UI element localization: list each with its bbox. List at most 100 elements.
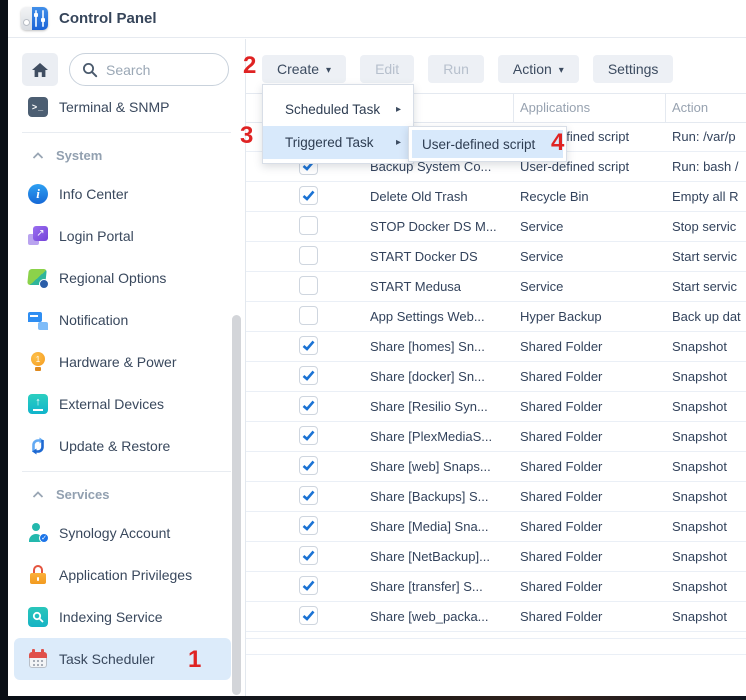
row-checkbox[interactable] [299,246,318,265]
control-panel-app-icon [21,7,48,30]
checkmark-icon [302,610,315,621]
sidebar-item-label: Indexing Service [59,609,163,625]
table-row[interactable]: Share [PlexMediaS...Shared FolderSnapsho… [246,422,746,452]
page-title: Control Panel [59,10,157,27]
column-header-action[interactable]: Action [672,94,708,122]
cell-action: Snapshot [672,482,727,511]
row-checkbox[interactable] [299,486,318,505]
sidebar-item-terminal-snmp[interactable]: >_Terminal & SNMP [14,86,231,128]
table-row[interactable]: Share [transfer] S...Shared FolderSnapsh… [246,572,746,602]
checkmark-icon [302,340,315,351]
row-checkbox[interactable] [299,216,318,235]
sidebar-section-system[interactable]: System [8,137,245,173]
settings-button[interactable]: Settings [593,55,674,83]
checkmark-icon [302,490,315,501]
sidebar-item-regional-options[interactable]: Regional Options [14,257,231,299]
sidebar-item-label: External Devices [59,396,164,412]
row-checkbox[interactable] [299,516,318,535]
table-row[interactable]: Share [web_packa...Shared FolderSnapshot [246,602,746,632]
update-restore-icon [28,436,48,456]
run-button-label: Run [443,61,469,77]
cell-application: Shared Folder [520,332,602,361]
row-checkbox[interactable] [299,576,318,595]
sidebar-section-label: Services [56,487,110,502]
chevron-up-icon [32,148,44,163]
sidebar-item-label: Hardware & Power [59,354,177,370]
row-checkbox[interactable] [299,186,318,205]
table-row[interactable]: Share [web] Snaps...Shared FolderSnapsho… [246,452,746,482]
cell-action: Snapshot [672,422,727,451]
row-checkbox[interactable] [299,336,318,355]
action-button[interactable]: Action ▾ [498,55,579,83]
table-row[interactable]: Share [Resilio Syn...Shared FolderSnapsh… [246,392,746,422]
checkmark-icon [302,370,315,381]
sidebar-item-application-privileges[interactable]: Application Privileges [14,554,231,596]
row-checkbox[interactable] [299,606,318,625]
cell-application: Service [520,272,563,301]
cell-application: Recycle Bin [520,182,589,211]
sidebar-item-label: Info Center [59,186,128,202]
table-row[interactable]: Share [NetBackup]...Shared FolderSnapsho… [246,542,746,572]
edit-button: Edit [360,55,414,83]
row-checkbox[interactable] [299,306,318,325]
table-row[interactable]: STOP Docker DS M...ServiceStop servic [246,212,746,242]
table-row[interactable]: App Settings Web...Hyper BackupBack up d… [246,302,746,332]
sidebar-item-label: Application Privileges [59,567,192,583]
row-checkbox[interactable] [299,366,318,385]
cell-task-name: Delete Old Trash [370,182,468,211]
create-dropdown-menu: Scheduled Task▸Triggered Task▸ [262,84,414,164]
external-devices-icon: ↑ [28,394,48,414]
table-row[interactable]: START Docker DSServiceStart servic [246,242,746,272]
indexing-service-icon [28,607,48,627]
cell-task-name: START Medusa [370,272,461,301]
table-row[interactable]: Share [Backups] S... Shared Folder Snapsho… [246,482,746,512]
sidebar-item-label: Update & Restore [59,438,170,454]
menu-item-label: Triggered Task [285,135,374,150]
sidebar-item-synology-account[interactable]: ✓Synology Account [14,512,231,554]
checkmark-icon [302,550,315,561]
sidebar-item-label: Login Portal [59,228,134,244]
cell-task-name: Share [web] Snaps... [370,452,491,481]
cell-task-name: Share [NetBackup]... [370,542,490,571]
create-button[interactable]: Create▾ [262,55,346,83]
cell-application: Shared Folder [520,482,602,511]
sidebar-item-update-restore[interactable]: Update & Restore [14,425,231,467]
column-header-applications[interactable]: Applications [520,94,590,122]
table-row[interactable]: Share [docker] Sn...Shared FolderSnapsho… [246,362,746,392]
table-row[interactable]: Share [Media] Sna...Shared FolderSnapsho… [246,512,746,542]
sidebar-item-hardware-power[interactable]: 1Hardware & Power [14,341,231,383]
menu-item-triggered-task[interactable]: Triggered Task▸ [263,126,413,159]
search-placeholder: Search [106,62,150,78]
cell-action: Snapshot [672,332,727,361]
cell-action: Snapshot [672,392,727,421]
row-checkbox[interactable] [299,456,318,475]
sidebar-item-info-center[interactable]: iInfo Center [14,173,231,215]
control-panel-window: Control Panel Search >_Terminal & SNMP Sy… [8,0,746,696]
sidebar-item-login-portal[interactable]: ↗Login Portal [14,215,231,257]
action-button-label: Action [513,61,552,77]
row-checkbox[interactable] [299,546,318,565]
sidebar-section-services[interactable]: Services [8,476,245,512]
table-row[interactable]: Share [homes] Sn...Shared FolderSnapshot [246,332,746,362]
sidebar-item-indexing-service[interactable]: Indexing Service [14,596,231,638]
sidebar-scrollbar[interactable] [232,315,241,695]
cell-task-name: Share [Backups] S... [370,482,489,511]
cell-task-name: START Docker DS [370,242,478,271]
submenu-item-user-defined-script[interactable]: User-defined script [412,130,563,158]
caret-down-icon: ▾ [559,65,564,76]
search-input[interactable]: Search [69,53,229,86]
row-checkbox[interactable] [299,396,318,415]
cell-task-name: Share [web_packa... [370,602,489,631]
regional-options-icon [28,268,48,288]
table-row[interactable]: START MedusaServiceStart servic [246,272,746,302]
create-button-label: Create [277,61,319,77]
row-checkbox[interactable] [299,426,318,445]
sidebar-item-external-devices[interactable]: ↑ External Devices [14,383,231,425]
annotation-1: 1 [188,648,201,672]
row-checkbox[interactable] [299,276,318,295]
home-button[interactable] [22,53,58,86]
menu-item-scheduled-task[interactable]: Scheduled Task▸ [263,93,413,126]
sidebar-item-notification[interactable]: Notification [14,299,231,341]
table-row[interactable]: Delete Old TrashRecycle BinEmpty all R [246,182,746,212]
cell-application: Shared Folder [520,452,602,481]
